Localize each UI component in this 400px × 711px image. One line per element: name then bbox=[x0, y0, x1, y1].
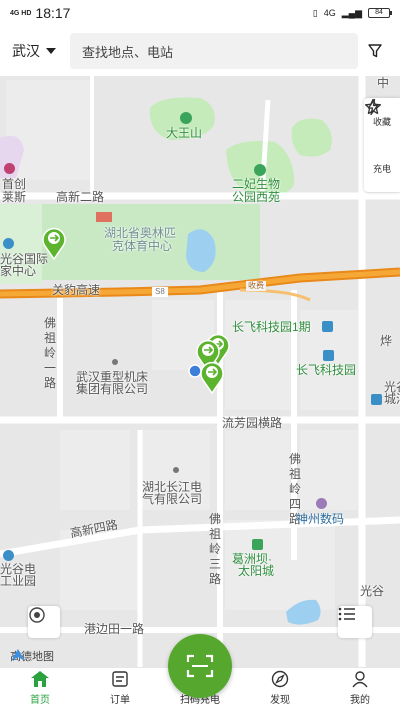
amap-logo-icon bbox=[11, 649, 25, 661]
venue-poi-icon bbox=[96, 212, 112, 222]
map-label: 神州数码 bbox=[296, 512, 345, 526]
map-label: 克体育中心 bbox=[112, 239, 173, 253]
vibrate-icon: ▯ bbox=[312, 7, 318, 18]
map-label: 光谷 bbox=[360, 584, 385, 598]
lightning-icon bbox=[367, 98, 379, 116]
tab-label: 发现 bbox=[270, 695, 290, 706]
search-input[interactable]: 查找地点、电站 bbox=[70, 33, 358, 69]
map-label: 流芳园横路 bbox=[222, 416, 283, 430]
filter-button[interactable] bbox=[358, 34, 392, 68]
city-name: 武汉 bbox=[12, 43, 40, 59]
signal-indicator: 4G bbox=[323, 8, 336, 18]
map-label: 中 bbox=[377, 76, 390, 90]
favorite-label: 收藏 bbox=[372, 117, 391, 127]
park-poi-icon bbox=[254, 164, 266, 176]
search-header: 武汉 查找地点、电站 bbox=[0, 26, 400, 76]
residence-poi-icon bbox=[252, 539, 263, 550]
list-view-button[interactable] bbox=[338, 606, 372, 638]
map-label: 佛祖岭一路 bbox=[44, 316, 57, 390]
side-actions: 收藏 充电 bbox=[364, 98, 400, 192]
map-label: 公园西苑 bbox=[232, 190, 281, 204]
mountain-poi-icon bbox=[180, 112, 192, 124]
poi-dot-icon bbox=[112, 359, 118, 365]
toll-label: 收费 bbox=[246, 281, 266, 291]
search-placeholder: 查找地点、电站 bbox=[82, 44, 174, 60]
status-time: 18:17 bbox=[35, 5, 71, 21]
tab-orders[interactable]: 订单 bbox=[80, 668, 160, 711]
map-label: 城汇 bbox=[384, 392, 400, 406]
tab-label: 订单 bbox=[110, 695, 130, 706]
map-label: 工业园 bbox=[0, 574, 37, 588]
map-label: 佛祖岭三路 bbox=[209, 512, 222, 586]
city-selector[interactable]: 武汉 bbox=[12, 41, 70, 61]
map-brand: 高德地图 bbox=[10, 648, 54, 664]
map-label: 气有限公司 bbox=[142, 492, 203, 506]
map-label: 莱斯 bbox=[2, 190, 27, 204]
home-icon bbox=[31, 671, 49, 687]
map-label: 高新二路 bbox=[56, 190, 105, 204]
map-label: 太阳城 bbox=[238, 564, 275, 578]
battery-icon: 84 bbox=[368, 8, 392, 18]
map-label: 关豹高速 bbox=[52, 283, 101, 297]
map-label: 长飞科技园1期 bbox=[232, 320, 311, 334]
list-icon bbox=[338, 607, 355, 621]
order-icon bbox=[112, 671, 128, 687]
building-poi-icon bbox=[323, 350, 334, 361]
map-label: 大王山 bbox=[166, 126, 203, 140]
charging-station-pin[interactable] bbox=[198, 360, 226, 394]
highway-shield: S8 bbox=[152, 287, 168, 297]
charge-button[interactable]: 充电 bbox=[367, 98, 391, 175]
map-label: 长飞科技园 bbox=[296, 363, 357, 377]
user-location-icon bbox=[188, 364, 202, 378]
locate-button[interactable] bbox=[28, 606, 60, 638]
caret-down-icon bbox=[46, 48, 56, 54]
tab-discover[interactable]: 发现 bbox=[240, 668, 320, 711]
charge-label: 充电 bbox=[372, 164, 391, 174]
charging-station-pin[interactable] bbox=[40, 226, 68, 260]
tab-home[interactable]: 首页 bbox=[0, 668, 80, 711]
company-poi-icon bbox=[316, 498, 327, 509]
tab-label: 我的 bbox=[350, 695, 370, 706]
map-label: 家中心 bbox=[0, 264, 37, 278]
filter-icon bbox=[368, 44, 382, 58]
building-poi-icon bbox=[3, 238, 14, 249]
map-label: 烨 bbox=[380, 334, 393, 348]
scan-icon bbox=[186, 654, 214, 678]
discover-icon bbox=[271, 670, 289, 688]
shop-poi-icon bbox=[4, 163, 15, 174]
map-label: 集团有限公司 bbox=[76, 382, 149, 396]
favorite-button[interactable]: 收藏 bbox=[364, 98, 391, 128]
locate-icon bbox=[29, 607, 45, 623]
map-view[interactable]: 中 大王山 首创 莱斯 高新二路 二妃生物 公园西苑 湖北省奥林匹 克体育中心 … bbox=[0, 76, 400, 667]
scan-charge-button[interactable] bbox=[168, 634, 232, 698]
building-poi-icon bbox=[3, 550, 14, 561]
status-right: ▯ 4G ▂▄▆ 84 bbox=[312, 7, 392, 19]
network-indicator: 4G HD bbox=[10, 9, 32, 17]
map-label: 港边田一路 bbox=[84, 622, 145, 636]
poi-dot-icon bbox=[173, 467, 179, 473]
tab-label: 首页 bbox=[30, 695, 50, 706]
profile-icon bbox=[352, 671, 368, 688]
status-bar: 4G HD 18:17 ▯ 4G ▂▄▆ 84 bbox=[0, 0, 400, 26]
building-poi-icon bbox=[371, 394, 382, 405]
tab-profile[interactable]: 我的 bbox=[320, 668, 400, 711]
building-poi-icon bbox=[322, 321, 333, 332]
signal-icon: ▂▄▆ bbox=[341, 7, 362, 18]
